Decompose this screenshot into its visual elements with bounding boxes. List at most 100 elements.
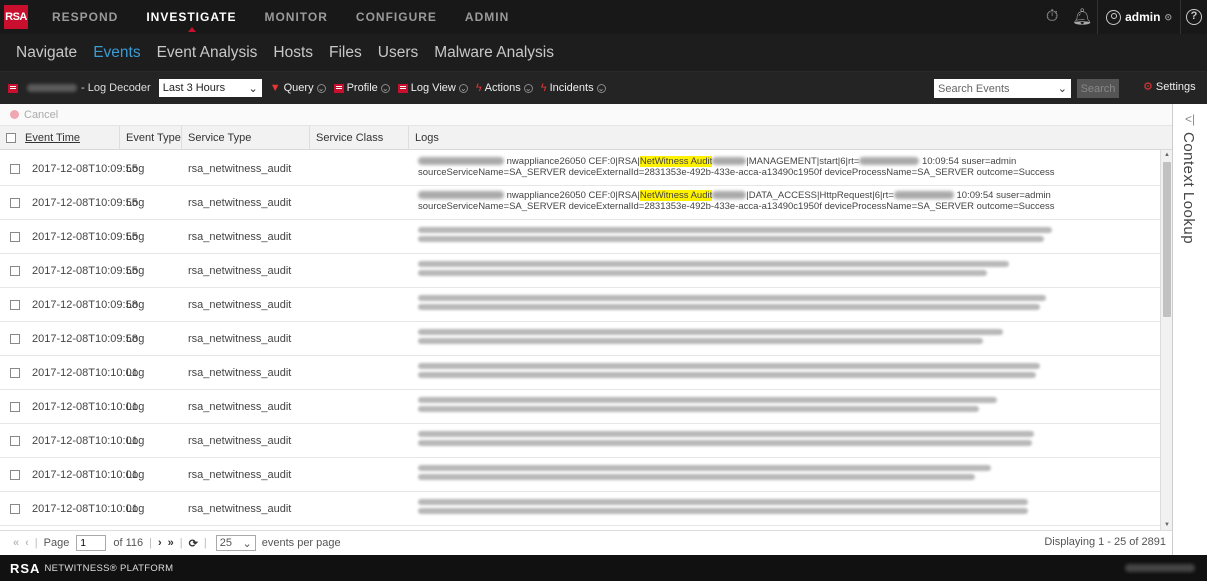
tab-malware-analysis[interactable]: Malware Analysis (426, 34, 562, 72)
page-number-input[interactable] (76, 535, 107, 551)
tab-events[interactable]: Events (85, 34, 148, 72)
log-text: sourceServiceName=SA_SERVER deviceExtern… (418, 201, 1055, 212)
row-checkbox[interactable] (10, 164, 20, 174)
log-view-menu[interactable]: Log View ⌄ (397, 82, 468, 94)
tab-event-analysis[interactable]: Event Analysis (149, 34, 266, 72)
row-checkbox[interactable] (10, 300, 20, 310)
first-page-icon[interactable]: « (13, 537, 19, 549)
table-scrollbar[interactable]: ▲ ▼ (1160, 150, 1172, 530)
event-time: 2017-12-08T10:09:55 (32, 197, 138, 209)
col-logs[interactable]: Logs (409, 126, 1160, 150)
prev-page-icon[interactable]: ‹ (25, 537, 29, 549)
tab-files[interactable]: Files (321, 34, 370, 72)
row-checkbox-cell[interactable] (10, 186, 20, 220)
table-row[interactable]: 2017-12-08T10:10:01 Log rsa_netwitness_a… (0, 390, 1160, 424)
table-row[interactable]: 2017-12-08T10:10:01 Log rsa_netwitness_a… (0, 424, 1160, 458)
event-type: Log (126, 333, 145, 345)
query-menu[interactable]: ▼ Query ⌄ (270, 82, 326, 94)
refresh-icon[interactable]: ⟳ (189, 537, 198, 550)
select-all-checkbox[interactable] (6, 133, 16, 143)
row-checkbox-cell[interactable] (10, 152, 20, 186)
tab-navigate[interactable]: Navigate (8, 34, 85, 72)
row-checkbox[interactable] (10, 436, 20, 446)
col-event-type[interactable]: Event Type (120, 126, 182, 150)
event-time: 2017-12-08T10:10:01 (32, 503, 138, 515)
row-checkbox[interactable] (10, 470, 20, 480)
divider: | (34, 537, 38, 549)
nav-monitor[interactable]: MONITOR (250, 0, 341, 34)
log-view-label: Log View (410, 82, 456, 94)
table-row[interactable]: 2017-12-08T10:09:58 Log rsa_netwitness_a… (0, 322, 1160, 356)
time-range-select[interactable]: Last 3 Hours ⌄ (158, 79, 262, 97)
col-event-time[interactable]: Event Time (0, 126, 120, 150)
table-row[interactable]: 2017-12-08T10:10:01 Log rsa_netwitness_a… (0, 492, 1160, 526)
displaying-count: Displaying 1 - 25 of 2891 (1044, 536, 1166, 548)
row-checkbox-cell[interactable] (10, 390, 20, 424)
table-row[interactable]: 2017-12-08T10:09:55 Log rsa_netwitness_a… (0, 186, 1160, 220)
event-time: 2017-12-08T10:10:01 (32, 435, 138, 447)
event-time: 2017-12-08T10:10:01 (32, 367, 138, 379)
row-checkbox-cell[interactable] (10, 254, 20, 288)
row-checkbox[interactable] (10, 232, 20, 242)
cancel-button[interactable]: Cancel (24, 109, 58, 121)
col-event-time-label: Event Time (25, 132, 81, 144)
nav-admin[interactable]: ADMIN (451, 0, 523, 34)
row-checkbox[interactable] (10, 368, 20, 378)
chevron-down-icon: ⌄ (242, 537, 252, 550)
top-nav: RESPOND INVESTIGATE MONITOR CONFIGURE AD… (38, 0, 523, 34)
row-checkbox[interactable] (10, 266, 20, 276)
tab-users[interactable]: Users (370, 34, 426, 72)
redacted-text (859, 157, 920, 166)
nav-configure[interactable]: CONFIGURE (342, 0, 451, 34)
user-menu[interactable]: admin ⊙ (1097, 0, 1181, 34)
row-checkbox-cell[interactable] (10, 220, 20, 254)
timer-icon[interactable]: ⏱ (1037, 8, 1067, 26)
row-checkbox-cell[interactable] (10, 424, 20, 458)
help-button[interactable]: ? (1181, 0, 1207, 34)
context-lookup-panel[interactable]: <| Context Lookup (1172, 104, 1207, 555)
row-checkbox-cell[interactable] (10, 322, 20, 356)
table-row[interactable]: 2017-12-08T10:09:55 Log rsa_netwitness_a… (0, 152, 1160, 186)
expand-left-icon[interactable]: <| (1185, 112, 1195, 126)
col-service-type[interactable]: Service Type (182, 126, 310, 150)
tab-hosts[interactable]: Hosts (265, 34, 321, 72)
scrollbar-thumb[interactable] (1163, 162, 1171, 317)
row-checkbox[interactable] (10, 198, 20, 208)
incidents-menu[interactable]: ϟ Incidents ⌄ (541, 82, 606, 94)
nav-investigate[interactable]: INVESTIGATE (132, 0, 250, 34)
row-checkbox-cell[interactable] (10, 356, 20, 390)
profile-menu[interactable]: Profile ⌄ (333, 82, 390, 94)
event-time: 2017-12-08T10:09:55 (32, 163, 138, 175)
row-checkbox[interactable] (10, 504, 20, 514)
settings-button[interactable]: ⚙ Settings (1143, 80, 1196, 94)
nav-respond[interactable]: RESPOND (38, 0, 132, 34)
event-time: 2017-12-08T10:09:55 (32, 265, 138, 277)
per-page-select[interactable]: 25 ⌄ (215, 535, 256, 551)
actions-menu[interactable]: ϟ Actions ⌄ (476, 82, 533, 94)
last-page-icon[interactable]: » (168, 537, 174, 549)
table-row[interactable]: 2017-12-08T10:10:01 Log rsa_netwitness_a… (0, 458, 1160, 492)
row-checkbox-cell[interactable] (10, 288, 20, 322)
service-type: rsa_netwitness_audit (188, 469, 292, 481)
redacted-text (418, 338, 983, 344)
search-events-select[interactable]: Search Events ⌄ (934, 79, 1071, 98)
notification-bell-icon[interactable]: 🔔︎ (1067, 7, 1097, 27)
redacted-text (418, 157, 504, 166)
redacted-text (418, 406, 979, 412)
log-text: |MANAGEMENT|start|6|rt= (746, 156, 860, 167)
row-checkbox[interactable] (10, 402, 20, 412)
user-avatar-icon (1106, 9, 1122, 25)
event-type: Log (126, 197, 145, 209)
table-row[interactable]: 2017-12-08T10:09:55 Log rsa_netwitness_a… (0, 220, 1160, 254)
row-checkbox-cell[interactable] (10, 492, 20, 526)
row-checkbox[interactable] (10, 334, 20, 344)
table-row[interactable]: 2017-12-08T10:10:01 Log rsa_netwitness_a… (0, 356, 1160, 390)
log-message-redacted (418, 224, 1058, 245)
service-selector[interactable]: - Log Decoder (8, 82, 151, 94)
row-checkbox-cell[interactable] (10, 458, 20, 492)
next-page-icon[interactable]: › (158, 537, 162, 549)
search-button[interactable]: Search (1077, 79, 1119, 98)
col-service-class[interactable]: Service Class (310, 126, 409, 150)
table-row[interactable]: 2017-12-08T10:09:55 Log rsa_netwitness_a… (0, 254, 1160, 288)
table-row[interactable]: 2017-12-08T10:09:58 Log rsa_netwitness_a… (0, 288, 1160, 322)
